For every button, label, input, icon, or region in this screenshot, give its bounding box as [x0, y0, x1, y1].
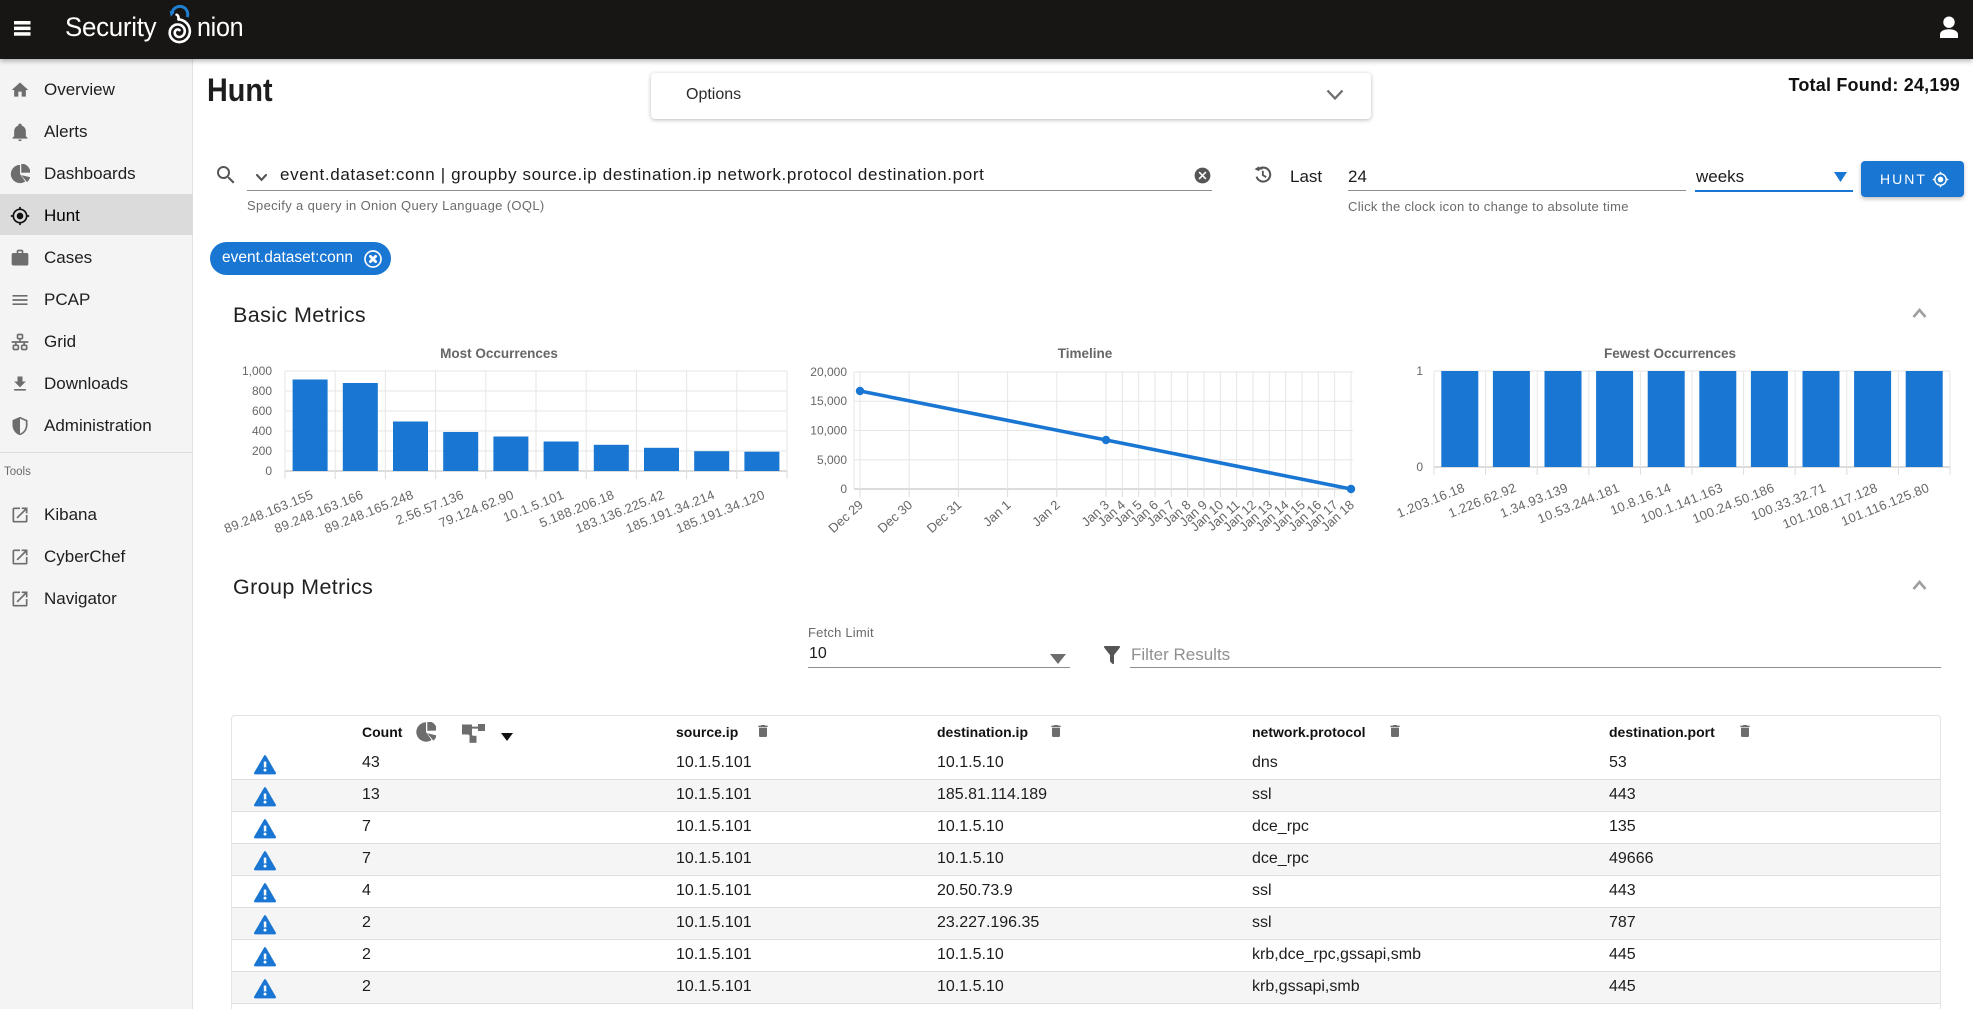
svg-text:Jan 1: Jan 1	[980, 497, 1014, 529]
svg-text:Jan 16: Jan 16	[1285, 497, 1324, 534]
svg-text:183.136.225.42: 183.136.225.42	[573, 487, 666, 536]
svg-text:Dec 29: Dec 29	[825, 497, 866, 536]
svg-text:Dec 30: Dec 30	[875, 497, 916, 536]
svg-text:0: 0	[840, 482, 847, 496]
svg-text:89.248.165.248: 89.248.165.248	[322, 487, 415, 536]
svg-text:20,000: 20,000	[810, 365, 847, 379]
svg-text:200: 200	[252, 444, 272, 458]
svg-text:100.33.32.71: 100.33.32.71	[1749, 480, 1828, 524]
svg-text:Jan 7: Jan 7	[1144, 497, 1178, 529]
svg-text:0: 0	[265, 464, 272, 478]
svg-text:Jan 11: Jan 11	[1204, 497, 1242, 534]
svg-text:15,000: 15,000	[810, 394, 847, 408]
svg-text:Jan 18: Jan 18	[1318, 497, 1357, 534]
svg-text:100.24.50.186: 100.24.50.186	[1690, 480, 1776, 527]
svg-text:Jan 5: Jan 5	[1111, 497, 1145, 529]
svg-text:Jan 3: Jan 3	[1078, 497, 1112, 529]
svg-text:10.8.16.14: 10.8.16.14	[1608, 480, 1673, 518]
svg-text:Jan 14: Jan 14	[1253, 497, 1292, 534]
svg-text:Fewest Occurrences: Fewest Occurrences	[1604, 346, 1736, 361]
svg-text:1.226.62.92: 1.226.62.92	[1446, 480, 1518, 521]
svg-text:Jan 6: Jan 6	[1127, 497, 1161, 529]
svg-text:5.188.206.18: 5.188.206.18	[537, 487, 616, 531]
svg-text:185.191.34.120: 185.191.34.120	[674, 487, 767, 536]
svg-text:Most Occurrences: Most Occurrences	[440, 346, 558, 361]
svg-text:1,000: 1,000	[242, 364, 272, 378]
svg-text:Jan 2: Jan 2	[1029, 497, 1063, 529]
svg-text:Jan 13: Jan 13	[1236, 497, 1275, 534]
svg-text:Dec 31: Dec 31	[924, 497, 965, 536]
svg-text:Jan 9: Jan 9	[1176, 497, 1210, 529]
svg-text:Jan 17: Jan 17	[1302, 497, 1341, 534]
svg-text:600: 600	[252, 404, 272, 418]
svg-text:10.53.244.181: 10.53.244.181	[1535, 480, 1621, 527]
svg-text:Jan 8: Jan 8	[1160, 497, 1194, 529]
svg-text:1.34.93.139: 1.34.93.139	[1498, 480, 1570, 521]
svg-text:100.1.141.163: 100.1.141.163	[1639, 480, 1725, 527]
svg-text:Jan 15: Jan 15	[1269, 497, 1308, 534]
svg-text:0: 0	[1416, 460, 1423, 474]
svg-text:Jan 12: Jan 12	[1220, 497, 1259, 534]
svg-text:2.56.57.136: 2.56.57.136	[393, 487, 465, 528]
svg-text:101.116.125.80: 101.116.125.80	[1839, 480, 1931, 529]
svg-text:101.108.117.128: 101.108.117.128	[1780, 480, 1879, 532]
svg-text:89.248.163.155: 89.248.163.155	[222, 487, 315, 536]
svg-text:5,000: 5,000	[817, 453, 847, 467]
svg-text:79.124.62.90: 79.124.62.90	[437, 487, 516, 531]
svg-text:1.203.16.18: 1.203.16.18	[1395, 480, 1467, 521]
svg-text:185.191.34.214: 185.191.34.214	[624, 487, 717, 536]
svg-text:Jan 10: Jan 10	[1187, 497, 1226, 534]
svg-text:800: 800	[252, 384, 272, 398]
svg-text:Timeline: Timeline	[1058, 346, 1113, 361]
svg-text:400: 400	[252, 424, 272, 438]
svg-text:10,000: 10,000	[810, 424, 847, 438]
svg-text:Jan 4: Jan 4	[1095, 497, 1129, 529]
svg-text:1: 1	[1416, 364, 1423, 378]
svg-text:10.1.5.101: 10.1.5.101	[501, 487, 566, 525]
svg-text:89.248.163.166: 89.248.163.166	[272, 487, 365, 536]
